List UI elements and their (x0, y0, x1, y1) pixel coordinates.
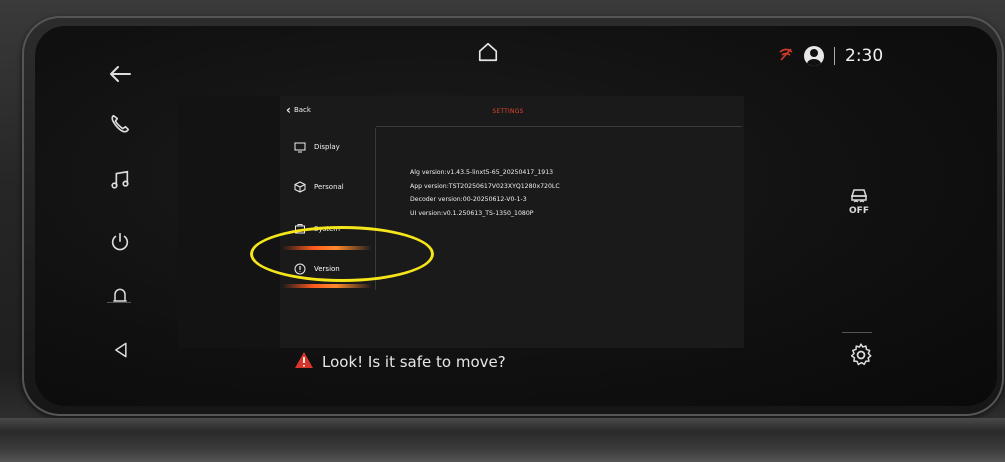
traction-off-label: OFF (849, 206, 869, 216)
wifi-off-icon (778, 47, 794, 65)
safety-warning: Look! Is it safe to move? (294, 351, 506, 373)
menu-item-label: Personal (314, 183, 344, 191)
page-title: SETTINGS (492, 108, 524, 115)
traction-control-off-button[interactable]: OFF (845, 188, 873, 216)
phone-icon[interactable] (100, 104, 140, 144)
cube-icon (294, 181, 306, 193)
right-sidebar-divider (842, 332, 872, 333)
annotation-highlight-ellipse (250, 226, 434, 282)
status-area: 2:30 (778, 42, 883, 70)
warning-text: Look! Is it safe to move? (322, 353, 506, 371)
ui-version: UI version:v0.1.250613_TS-1350_1080P (410, 209, 534, 217)
warning-triangle-icon (294, 351, 314, 373)
profile-icon[interactable] (804, 46, 824, 66)
menu-item-display[interactable]: Display (282, 128, 376, 166)
back-label: Back (293, 106, 311, 114)
dashboard-trim (0, 418, 1005, 462)
music-note-icon[interactable] (100, 160, 140, 200)
title-divider (376, 126, 742, 127)
power-icon[interactable] (100, 222, 140, 262)
sidebar-divider (107, 302, 131, 303)
alg-version: Alg version:v1.43.5-linxt5-65_20250417_1… (410, 169, 554, 176)
monitor-icon (294, 141, 306, 153)
menu-item-personal[interactable]: Personal (282, 168, 376, 206)
volume-icon[interactable] (100, 330, 140, 370)
clock: 2:30 (845, 46, 884, 66)
gear-icon[interactable] (846, 340, 876, 370)
selection-glow-lower (282, 284, 372, 288)
version-info: Alg version:v1.43.5-linxt5-65_20250417_1… (410, 166, 560, 220)
status-divider (834, 47, 835, 65)
app-version: App version:TST20250617V023XYQ1280x720LC (410, 182, 560, 190)
menu-item-label: Display (314, 143, 340, 151)
home-icon[interactable] (470, 36, 506, 68)
back-arrow-icon[interactable] (100, 54, 140, 94)
decoder-version: Decoder version:00-20250612-V0-1-3 (410, 196, 527, 203)
chevron-left-icon: ‹ (286, 103, 291, 117)
back-button[interactable]: ‹ Back (286, 104, 311, 116)
bell-icon[interactable] (100, 276, 140, 316)
